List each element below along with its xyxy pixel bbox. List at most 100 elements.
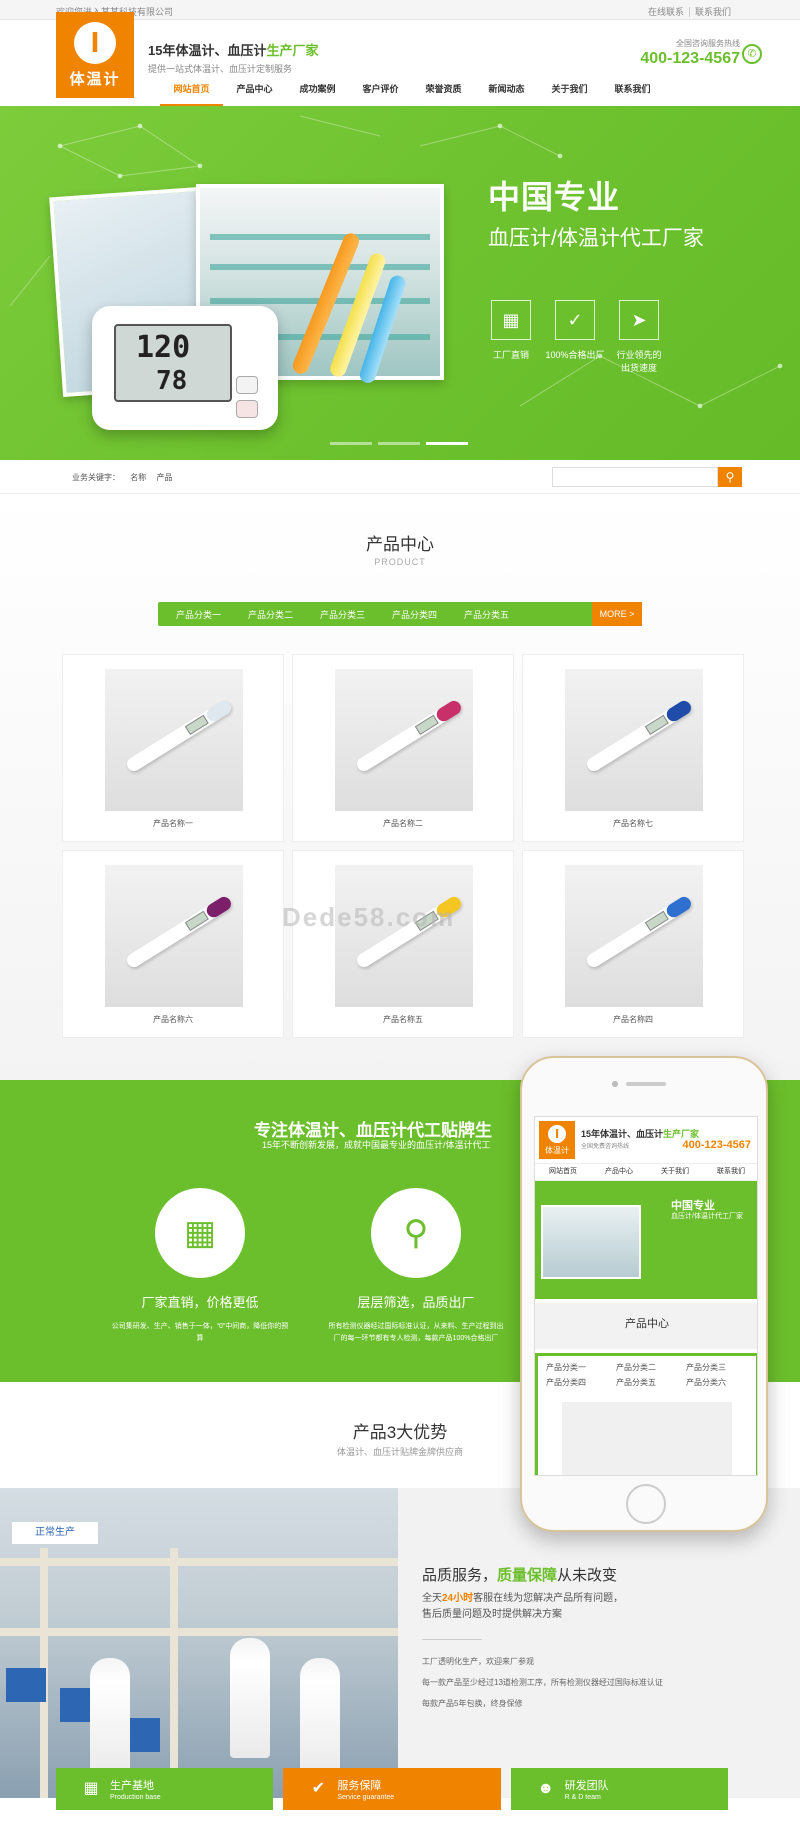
mobile-category[interactable]: 产品分类四 bbox=[542, 1375, 612, 1390]
mobile-nav-products[interactable]: 产品中心 bbox=[591, 1164, 647, 1180]
blood-pressure-monitor: 120 78 bbox=[92, 306, 278, 430]
product-card[interactable]: 产品名称五 bbox=[292, 850, 514, 1038]
phone-icon: ✆ bbox=[742, 44, 762, 64]
product-name[interactable]: 产品名称七 bbox=[523, 818, 743, 829]
keyword-link-product[interactable]: 产品 bbox=[156, 473, 172, 482]
thermometer-cap bbox=[204, 698, 234, 724]
category-1[interactable]: 产品分类一 bbox=[176, 608, 248, 621]
banner-title: 中国专业 血压计/体温计代工厂家 bbox=[488, 172, 704, 252]
bp-systolic: 120 bbox=[136, 330, 191, 365]
category-3[interactable]: 产品分类三 bbox=[320, 608, 392, 621]
nav-news[interactable]: 新闻动态 bbox=[475, 80, 538, 106]
slogan-main: 15年体温计、血压计生产厂家 bbox=[148, 43, 319, 58]
advantages-heading: 品质服务，质量保障从未改变 bbox=[422, 1567, 618, 1584]
main-nav: 网站首页 产品中心 成功案例 客户评价 荣誉资质 新闻动态 关于我们 联系我们 bbox=[160, 80, 664, 106]
mobile-nav-home[interactable]: 网站首页 bbox=[535, 1164, 591, 1180]
top-links: 在线联系 联系我们 bbox=[643, 5, 736, 18]
advantages-section: 正常生产 品质服务，质量保障从未改变 全天24小时客服在线为您解决产品所有问题，… bbox=[0, 1488, 800, 1798]
category-5[interactable]: 产品分类五 bbox=[464, 608, 536, 621]
keywords-label: 业务关键字： bbox=[72, 473, 120, 482]
nav-cases[interactable]: 成功案例 bbox=[286, 80, 349, 106]
mobile-category[interactable]: 产品分类三 bbox=[682, 1360, 752, 1375]
watermark: Dede58.com bbox=[282, 902, 456, 932]
team-icon: ☻ bbox=[537, 1780, 555, 1797]
slider-dot-2[interactable] bbox=[378, 442, 420, 445]
hotline-number: 400-123-4567 bbox=[640, 50, 740, 67]
shield-check-icon: ✔ bbox=[311, 1780, 326, 1797]
product-image bbox=[565, 669, 703, 811]
thermometer-cap bbox=[434, 698, 464, 724]
bp-power-button bbox=[236, 400, 258, 418]
product-center-title: 产品中心 PRODUCT bbox=[366, 535, 434, 567]
nav-about[interactable]: 关于我们 bbox=[538, 80, 601, 106]
band-feature-quality: ⚲ 层层筛选，品质出厂 所有检测仪器经过国际标准认证，从来料、生产过程到出厂的每… bbox=[326, 1188, 506, 1345]
mobile-category[interactable]: 产品分类二 bbox=[612, 1360, 682, 1375]
product-name[interactable]: 产品名称四 bbox=[523, 1014, 743, 1025]
bp-button bbox=[236, 376, 258, 394]
category-4[interactable]: 产品分类四 bbox=[392, 608, 464, 621]
mobile-hotline-label: 全国免费咨询热线 bbox=[581, 1144, 630, 1150]
search-button[interactable]: ⚲ bbox=[718, 467, 742, 487]
hotline: 全国咨询服务热线 400-123-4567 ✆ bbox=[640, 38, 762, 68]
mobile-nav-about[interactable]: 关于我们 bbox=[647, 1164, 703, 1180]
mobile-screen: ا 体温计 15年体温计、血压计生产厂家 全国免费咨询热线 400-123-456… bbox=[534, 1116, 758, 1476]
nav-home[interactable]: 网站首页 bbox=[160, 80, 223, 106]
product-card[interactable]: 产品名称四 bbox=[522, 850, 744, 1038]
logo[interactable]: ا 体温计 bbox=[56, 12, 134, 98]
mobile-logo: ا 体温计 bbox=[539, 1121, 575, 1159]
thermometer-cap bbox=[664, 698, 694, 724]
mobile-nav-contact[interactable]: 联系我们 bbox=[703, 1164, 757, 1180]
product-image bbox=[565, 865, 703, 1007]
advantage-item: 每一款产品至少经过13道检测工序，所有检测仪器经过国际标准认证 bbox=[422, 1678, 663, 1687]
slider-dot-3[interactable] bbox=[426, 442, 468, 445]
mobile-slogan: 15年体温计、血压计生产厂家 bbox=[581, 1129, 700, 1139]
factory-sign: 正常生产 bbox=[12, 1522, 98, 1544]
product-card[interactable]: 产品名称一 bbox=[62, 654, 284, 842]
contact-us-link[interactable]: 联系我们 bbox=[688, 7, 736, 17]
hero-banner: 120 78 中国专业 血压计/体温计代工厂家 ▦ 工厂直销 ✓ 100%合格出… bbox=[0, 106, 800, 460]
thermometer-cap bbox=[204, 894, 234, 920]
tab-service-guarantee[interactable]: ✔ 服务保障 Service guarantee bbox=[283, 1768, 501, 1810]
product-name[interactable]: 产品名称二 bbox=[293, 818, 513, 829]
mobile-preview: ا 体温计 15年体温计、血压计生产厂家 全国免费咨询热线 400-123-456… bbox=[520, 1056, 768, 1532]
feature-shipping: ➤ 行业领先的 出货速度 bbox=[604, 300, 674, 374]
building-icon: ▦ bbox=[155, 1188, 245, 1278]
product-card[interactable]: 产品名称二 bbox=[292, 654, 514, 842]
feature-factory-direct: ▦ 工厂直销 bbox=[476, 300, 546, 361]
nav-reviews[interactable]: 客户评价 bbox=[349, 80, 412, 106]
product-image bbox=[105, 669, 243, 811]
advantages-text: 品质服务，质量保障从未改变 全天24小时客服在线为您解决产品所有问题， 售后质量问… bbox=[422, 1564, 762, 1719]
mobile-category[interactable]: 产品分类五 bbox=[612, 1375, 682, 1390]
nav-honors[interactable]: 荣誉资质 bbox=[412, 80, 475, 106]
keyword-link-name[interactable]: 名称 bbox=[130, 473, 146, 482]
hotline-label: 全国咨询服务热线 bbox=[676, 39, 740, 48]
mobile-product-image bbox=[562, 1402, 732, 1475]
online-contact-link[interactable]: 在线联系 bbox=[643, 7, 689, 17]
tab-rd-team[interactable]: ☻ 研发团队 R & D team bbox=[510, 1768, 728, 1810]
product-card[interactable]: 产品名称六 bbox=[62, 850, 284, 1038]
nav-contact[interactable]: 联系我们 bbox=[601, 80, 664, 106]
rocket-icon: ➤ bbox=[619, 300, 659, 340]
product-name[interactable]: 产品名称六 bbox=[63, 1014, 283, 1025]
tab-production-base[interactable]: ▦ 生产基地 Production base bbox=[56, 1768, 274, 1810]
product-image bbox=[335, 669, 473, 811]
search-icon: ⚲ bbox=[725, 470, 735, 484]
slider-dot-1[interactable] bbox=[330, 442, 372, 445]
keywords: 业务关键字： 名称 产品 bbox=[72, 472, 180, 483]
search-input[interactable] bbox=[552, 467, 718, 487]
category-2[interactable]: 产品分类二 bbox=[248, 608, 320, 621]
product-image bbox=[335, 865, 473, 1007]
product-name[interactable]: 产品名称一 bbox=[63, 818, 283, 829]
check-clipboard-icon: ✓ bbox=[555, 300, 595, 340]
mobile-nav: 网站首页 产品中心 关于我们 联系我们 bbox=[535, 1163, 757, 1181]
product-name[interactable]: 产品名称五 bbox=[293, 1014, 513, 1025]
more-button[interactable]: MORE > bbox=[592, 602, 642, 626]
mobile-category[interactable]: 产品分类六 bbox=[682, 1375, 752, 1390]
advantages-intro: 全天24小时客服在线为您解决产品所有问题， 售后质量问题及时提供解决方案 bbox=[422, 1593, 624, 1620]
divider bbox=[422, 1639, 482, 1640]
mobile-category[interactable]: 产品分类一 bbox=[542, 1360, 612, 1375]
nav-products[interactable]: 产品中心 bbox=[223, 80, 286, 106]
feature-qualified: ✓ 100%合格出厂 bbox=[540, 300, 610, 361]
product-card[interactable]: 产品名称七 bbox=[522, 654, 744, 842]
chart-search-icon: ⚲ bbox=[371, 1188, 461, 1278]
